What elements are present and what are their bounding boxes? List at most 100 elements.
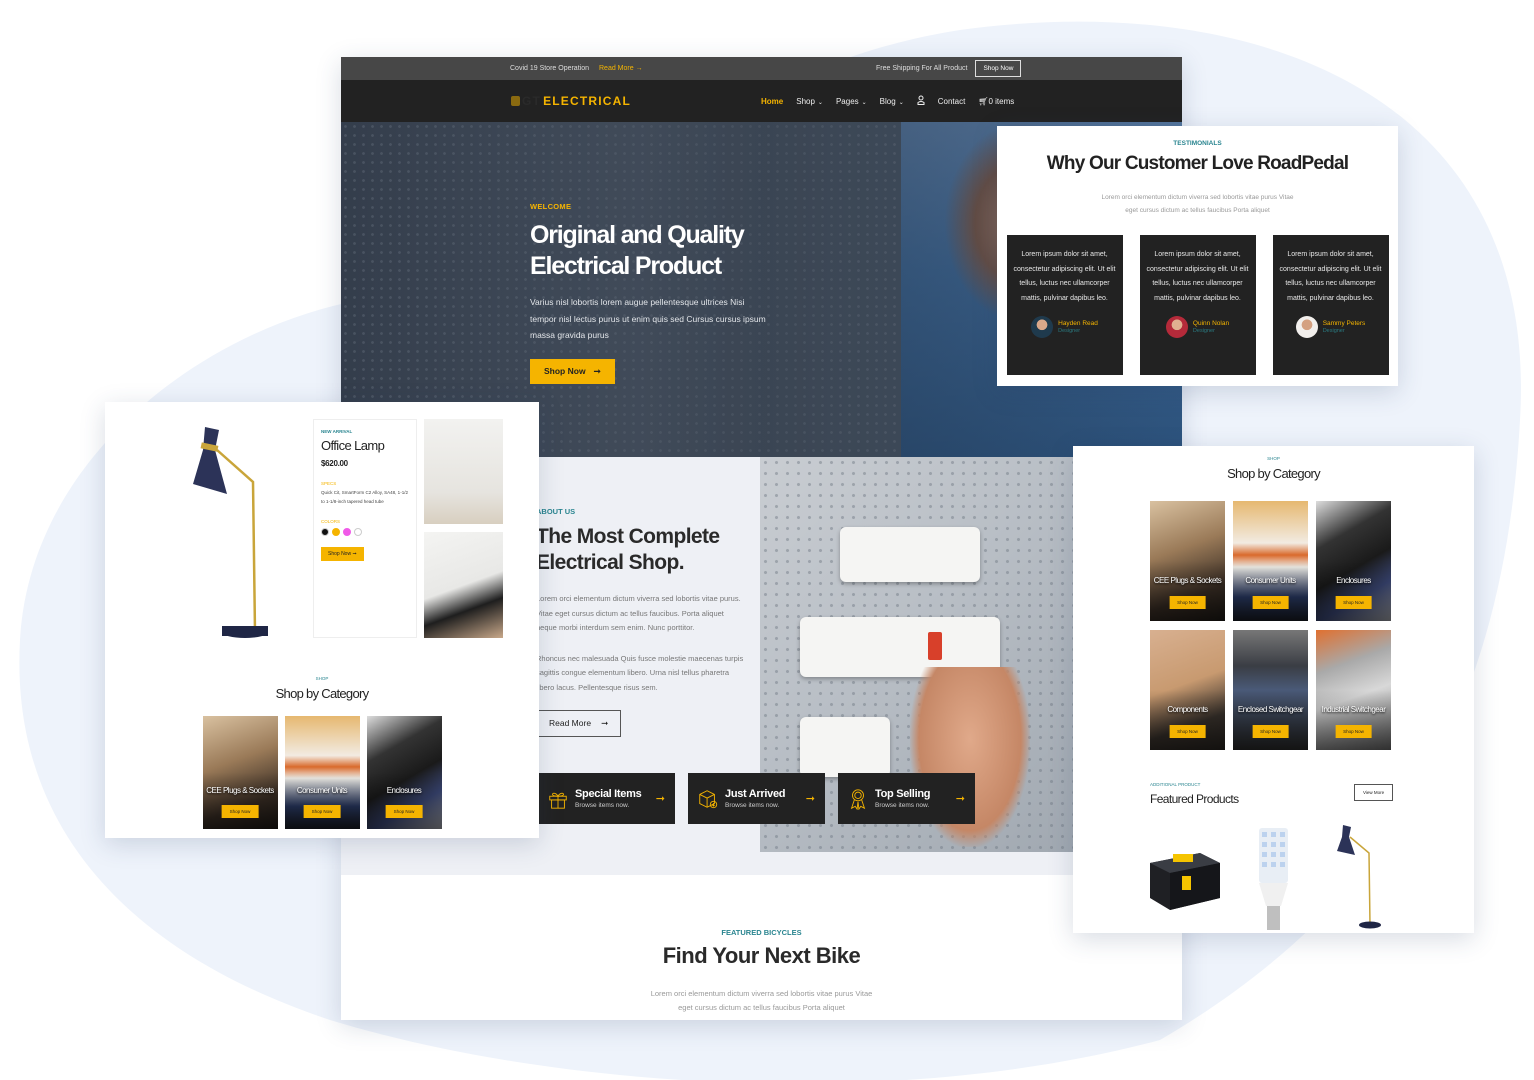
main-nav: GT ELECTRICAL Home Shop ⌄ Pages ⌄ Blog ⌄ Co… xyxy=(341,80,1182,122)
specs-text: Quick Cit, SmartForm C2 Alloy, SA48, 1-1… xyxy=(321,490,408,504)
feature-card-top-selling[interactable]: Top Selling Browse items now. ➞ xyxy=(838,773,975,824)
category-shop-now-button[interactable]: Shop Now xyxy=(303,805,341,818)
logo-gt: GT xyxy=(522,94,542,108)
testimonial-role: Designer xyxy=(1322,328,1345,334)
bike-title: Find Your Next Bike xyxy=(662,943,861,968)
category-shop-now-button[interactable]: Shop Now xyxy=(1252,725,1289,738)
product-preview: NEW ARRIVAL Office Lamp $620.00 SPECS Qu… xyxy=(105,402,539,838)
chevron-down-icon: ⌄ xyxy=(898,99,904,106)
category-card[interactable]: Consumer Units Shop Now xyxy=(1233,501,1308,621)
category-label: Industrial Switchgear xyxy=(1321,705,1386,714)
nav-home[interactable]: Home xyxy=(761,97,783,106)
topbar-shop-now-button[interactable]: Shop Now xyxy=(975,60,1022,77)
nav-shop[interactable]: Shop ⌄ xyxy=(796,97,823,106)
testimonials-title: Why Our Customer Love RoadPedal xyxy=(1046,153,1349,174)
feature-subtitle: Browse items now. xyxy=(875,802,930,809)
socket-strip xyxy=(840,527,980,582)
logo-text: ELECTRICAL xyxy=(543,94,632,108)
category-label: Enclosures xyxy=(386,786,422,795)
arrow-right-icon: ➞ xyxy=(955,793,965,805)
category-kicker: SHOP xyxy=(1267,456,1280,461)
testimonial-text: Lorem ipsum dolor sit amet, consectetur … xyxy=(1279,251,1382,302)
feature-cards: Special Items Browse items now. ➞ Just Ar… xyxy=(538,773,975,824)
feature-card-special-items[interactable]: Special Items Browse items now. ➞ xyxy=(538,773,675,824)
box-icon xyxy=(699,789,718,808)
arrow-right-icon: ➞ xyxy=(805,793,815,805)
category-card[interactable]: Enclosed Switchgear Shop Now xyxy=(1233,630,1308,750)
about-paragraph-2: Rhoncus nec malesuada Quis fusce molesti… xyxy=(536,653,744,692)
bike-text: Lorem orci elementum dictum viverra sed … xyxy=(341,987,1182,1015)
nav-contact[interactable]: Contact xyxy=(938,97,966,106)
about-read-more-button[interactable]: Read More ➞ xyxy=(536,710,622,737)
testimonial-role: Designer xyxy=(1192,328,1215,334)
hero-title-line2: Electrical Product xyxy=(530,252,722,280)
about-title-line1: The Most Complete xyxy=(536,525,720,548)
category-shop-now-button[interactable]: Shop Now xyxy=(1169,596,1206,609)
category-card[interactable]: CEE Plugs & Sockets Shop Now xyxy=(202,716,278,829)
category-card[interactable]: Components Shop Now xyxy=(1150,630,1225,750)
testimonial-name: Sammy Peters xyxy=(1322,320,1366,327)
testimonials-sub-line1: Lorem orci elementum dictum viverra sed … xyxy=(1101,194,1294,201)
category-shop-now-button[interactable]: Shop Now xyxy=(1335,725,1372,738)
award-icon xyxy=(850,788,866,810)
nav-pages[interactable]: Pages ⌄ xyxy=(836,97,867,106)
led-bulb-image[interactable] xyxy=(1251,826,1296,936)
hero-text: Varius nisl lobortis lorem augue pellent… xyxy=(530,297,766,340)
desk-lamp-image[interactable] xyxy=(1333,821,1393,931)
view-more-button[interactable]: View More xyxy=(1354,784,1394,801)
avatar xyxy=(1165,316,1188,338)
category-shop-now-button[interactable]: Shop Now xyxy=(221,805,259,818)
product-kicker: NEW ARRIVAL xyxy=(321,429,353,434)
shipping-notice: Free Shipping For All Product xyxy=(876,65,968,72)
category-shop-now-button[interactable]: Shop Now xyxy=(1335,596,1372,609)
swatch-yellow[interactable] xyxy=(332,528,340,536)
testimonials-kicker: TESTIMONIALS xyxy=(1173,140,1222,147)
product-name: Office Lamp xyxy=(321,438,385,453)
category-grid: CEE Plugs & Sockets Shop Now Consumer Uni… xyxy=(1150,501,1391,750)
arrow-right-icon: ➞ xyxy=(655,793,665,805)
feature-title: Top Selling xyxy=(875,788,931,800)
socket-strip xyxy=(800,717,890,777)
product-shop-now-button[interactable]: Shop Now ➞ xyxy=(321,547,364,561)
cart-icon: 🛒︎ xyxy=(978,96,989,106)
category-card[interactable]: Industrial Switchgear Shop Now xyxy=(1316,630,1391,750)
category-shop-now-button[interactable]: Shop Now xyxy=(385,805,423,818)
nav-blog[interactable]: Blog ⌄ xyxy=(880,97,904,106)
gallery-image-pendant-lamp[interactable] xyxy=(424,532,503,638)
category-label: Components xyxy=(1167,705,1208,714)
category-card[interactable]: CEE Plugs & Sockets Shop Now xyxy=(1150,501,1225,621)
category-kicker: SHOP xyxy=(315,676,329,681)
hero-button-label: Shop Now xyxy=(544,366,586,376)
testimonial-role: Designer xyxy=(1058,328,1081,334)
nav-cart[interactable]: 🛒︎0 items xyxy=(978,97,1014,106)
category-shop-now-button[interactable]: Shop Now xyxy=(1169,725,1206,738)
logo[interactable]: GT ELECTRICAL xyxy=(511,94,631,108)
hero-title: Original and Quality Electrical Product xyxy=(530,220,770,282)
featured-kicker: ADDITIONAL PRODUCT xyxy=(1150,782,1201,787)
category-card[interactable]: Enclosures Shop Now xyxy=(1316,501,1391,621)
category-label: Consumer Units xyxy=(296,786,348,795)
swatch-white[interactable] xyxy=(354,528,362,536)
nav-pages-label: Pages xyxy=(835,96,859,106)
logo-plug-icon xyxy=(511,96,520,106)
featured-bicycles-section: FEATURED BICYCLES Find Your Next Bike Lo… xyxy=(341,875,1182,1020)
category-card[interactable]: Consumer Units Shop Now xyxy=(284,716,360,829)
gallery-image-arc-lamp[interactable] xyxy=(424,419,503,524)
read-more-label: Read More xyxy=(549,718,592,728)
feature-card-just-arrived[interactable]: Just Arrived Browse items now. ➞ xyxy=(688,773,825,824)
testimonial-card: Lorem ipsum dolor sit amet, consectetur … xyxy=(1272,235,1389,375)
arrow-right-icon: ➞ xyxy=(601,718,609,728)
swatch-black[interactable] xyxy=(321,528,329,536)
testimonial-text: Lorem ipsum dolor sit amet, consectetur … xyxy=(1146,251,1249,302)
hero-shop-now-button[interactable]: Shop Now ➞ xyxy=(530,358,615,384)
category-card[interactable]: Enclosures Shop Now xyxy=(366,716,442,829)
user-icon[interactable] xyxy=(917,95,925,107)
swatch-pink[interactable] xyxy=(343,528,351,536)
testimonial-name: Hayden Read xyxy=(1058,320,1098,327)
toolbox-image[interactable] xyxy=(1145,838,1225,913)
read-more-link[interactable]: Read More → xyxy=(599,65,643,72)
category-title: Shop by Category xyxy=(1227,466,1321,481)
covid-notice: Covid 19 Store Operation xyxy=(510,65,589,72)
category-shop-now-button[interactable]: Shop Now xyxy=(1252,596,1289,609)
red-switch xyxy=(928,632,942,660)
